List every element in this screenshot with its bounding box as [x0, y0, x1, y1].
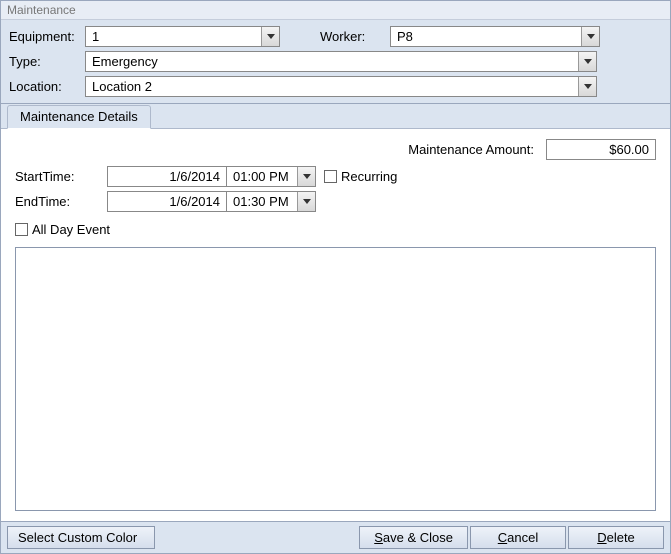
notes-textarea[interactable] [15, 247, 656, 511]
chevron-down-icon [587, 33, 595, 41]
end-time-select[interactable] [226, 191, 316, 212]
tab-maintenance-details[interactable]: Maintenance Details [7, 105, 151, 129]
starttime-label: StartTime: [15, 169, 107, 184]
select-custom-color-button[interactable]: Select Custom Color [7, 526, 155, 549]
chevron-down-icon [303, 173, 311, 181]
maintenance-window: Maintenance Equipment: Worker: Type: [0, 0, 671, 554]
location-select[interactable] [85, 76, 597, 97]
start-time-field[interactable] [227, 167, 297, 186]
endtime-label: EndTime: [15, 194, 107, 209]
save-close-button[interactable]: Save & Close [359, 526, 468, 549]
checkbox-icon [15, 223, 28, 236]
end-time-field[interactable] [227, 192, 297, 211]
location-label: Location: [7, 79, 85, 94]
worker-select[interactable] [390, 26, 600, 47]
allday-checkbox[interactable]: All Day Event [15, 222, 656, 237]
header-area: Equipment: Worker: Type: [1, 20, 670, 104]
maintenance-amount-label: Maintenance Amount: [408, 142, 534, 157]
chevron-down-icon [303, 198, 311, 206]
chevron-down-icon [267, 33, 275, 41]
type-value[interactable] [86, 52, 578, 71]
tab-strip: Maintenance Details [1, 104, 670, 129]
location-dropdown-button[interactable] [578, 77, 596, 96]
start-date-field[interactable] [107, 166, 227, 187]
start-time-select[interactable] [226, 166, 316, 187]
worker-label: Worker: [320, 29, 390, 44]
chevron-down-icon [584, 83, 592, 91]
end-date-field[interactable] [107, 191, 227, 212]
type-label: Type: [7, 54, 85, 69]
equipment-dropdown-button[interactable] [261, 27, 279, 46]
equipment-select[interactable] [85, 26, 280, 47]
checkbox-icon [324, 170, 337, 183]
type-dropdown-button[interactable] [578, 52, 596, 71]
cancel-button[interactable]: Cancel [470, 526, 566, 549]
start-time-dropdown-button[interactable] [297, 167, 315, 186]
equipment-value[interactable] [86, 27, 261, 46]
equipment-label: Equipment: [7, 29, 85, 44]
allday-label: All Day Event [32, 222, 110, 237]
worker-dropdown-button[interactable] [581, 27, 599, 46]
chevron-down-icon [584, 58, 592, 66]
location-value[interactable] [86, 77, 578, 96]
recurring-checkbox[interactable]: Recurring [324, 169, 397, 184]
delete-button[interactable]: Delete [568, 526, 664, 549]
window-title: Maintenance [1, 1, 670, 20]
recurring-label: Recurring [341, 169, 397, 184]
end-time-dropdown-button[interactable] [297, 192, 315, 211]
button-bar: Select Custom Color Save & Close Cancel … [1, 521, 670, 553]
type-select[interactable] [85, 51, 597, 72]
tab-body: Maintenance Amount: StartTime: Recurring… [7, 129, 664, 521]
worker-value[interactable] [391, 27, 581, 46]
maintenance-amount-field[interactable] [546, 139, 656, 160]
